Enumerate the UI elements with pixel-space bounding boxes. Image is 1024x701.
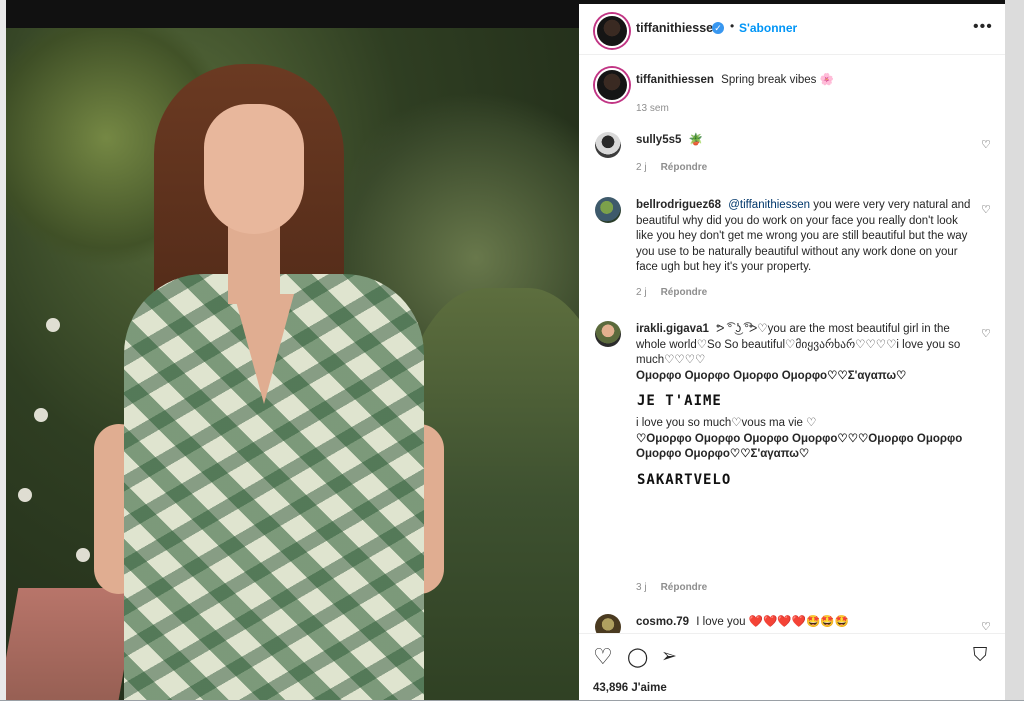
comment-meta: 3 j Répondre: [636, 582, 707, 593]
comment-bubble-icon[interactable]: ◯: [627, 646, 648, 669]
comment-username[interactable]: cosmo.79: [636, 616, 689, 628]
commenter-avatar[interactable]: [595, 321, 621, 347]
comment-body: irakli.gigava1 ᕗ ͡° ͜ʖ ͡°ᕗ♡you are the m…: [636, 322, 971, 491]
white-flower: [76, 548, 90, 562]
like-count[interactable]: 43,896 J'aime: [593, 682, 667, 694]
caption-text: Spring break vibes 🌸: [721, 74, 834, 86]
comment-body: cosmo.79 I love you ❤️❤️❤️❤️🤩🤩🤩: [636, 615, 971, 631]
comment-like-icon[interactable]: ♡: [981, 620, 991, 633]
comment-body: sully5s5 🪴: [636, 133, 971, 149]
reply-button[interactable]: Répondre: [661, 287, 708, 298]
dress-neckline: [234, 294, 294, 404]
caption-author-avatar[interactable]: [595, 68, 629, 102]
save-bookmark-icon[interactable]: ⛉: [973, 645, 987, 667]
white-flower: [46, 318, 60, 332]
white-flower: [34, 408, 48, 422]
comment-bold-text: ♡Ομορφο Ομορφο Ομορφο Ομορφο♡♡♡Ομορφο Ομ…: [636, 432, 963, 461]
author-username[interactable]: tiffanithiessen: [636, 21, 721, 35]
face: [204, 104, 304, 234]
verified-badge-icon: ✓: [712, 22, 724, 34]
caption-body: tiffanithiessen Spring break vibes 🌸: [636, 73, 971, 89]
window-right-edge: [1005, 0, 1024, 700]
post-actions-bar: ♡ ◯ ➢ ⛉ 43,896 J'aime: [579, 633, 1005, 701]
comment-text: 🪴: [688, 134, 703, 146]
author-avatar[interactable]: [595, 14, 629, 48]
white-flower: [18, 488, 32, 502]
neck: [228, 224, 280, 304]
ascii-art-block: SAKARTVELO: [636, 468, 733, 491]
post-side-panel: tiffanithiessen ✓ • S'abonner ••• tiffan…: [579, 4, 1005, 700]
reply-button[interactable]: Répondre: [661, 162, 708, 173]
caption-age: 13 sem: [636, 103, 669, 114]
comment-bold-text: Ομορφο Ομορφο Ομορφο Ομορφο♡♡Σ'αγαπω♡: [636, 369, 907, 382]
post-photo[interactable]: [6, 28, 579, 700]
share-paper-plane-icon[interactable]: ➢: [661, 645, 677, 668]
comment-like-icon[interactable]: ♡: [981, 327, 991, 340]
like-heart-icon[interactable]: ♡: [593, 644, 613, 670]
comment-text: I love you ❤️❤️❤️❤️🤩🤩🤩: [696, 616, 849, 628]
comment-username[interactable]: irakli.gigava1: [636, 323, 709, 335]
ascii-art-block: JE T'AIME: [636, 390, 723, 412]
separator-dot: •: [730, 19, 735, 33]
comment-like-icon[interactable]: ♡: [981, 203, 991, 216]
comment-meta: 2 j Répondre: [636, 287, 707, 298]
comments-list[interactable]: tiffanithiessen Spring break vibes 🌸 13 …: [579, 55, 1005, 633]
comment-username[interactable]: sully5s5: [636, 134, 681, 146]
commenter-avatar[interactable]: [595, 132, 621, 158]
comment-meta: 2 j Répondre: [636, 162, 707, 173]
comment-like-icon[interactable]: ♡: [981, 138, 991, 151]
more-options-icon[interactable]: •••: [973, 18, 993, 36]
commenter-avatar[interactable]: [595, 614, 621, 633]
comment-age: 2 j: [636, 287, 647, 298]
woman-figure: [94, 64, 474, 700]
comment-body: bellrodriguez68 @tiffanithiessen you wer…: [636, 198, 971, 276]
comment-text: i love you so much♡vous ma vie ♡: [636, 417, 817, 429]
comment-age: 3 j: [636, 582, 647, 593]
comment-mention[interactable]: @tiffanithiessen: [728, 199, 810, 211]
reply-button[interactable]: Répondre: [661, 582, 708, 593]
follow-button[interactable]: S'abonner: [739, 21, 797, 35]
comment-username[interactable]: bellrodriguez68: [636, 199, 721, 211]
post-header: tiffanithiessen ✓ • S'abonner •••: [579, 4, 1005, 55]
caption-username[interactable]: tiffanithiessen: [636, 74, 714, 86]
comment-age: 2 j: [636, 162, 647, 173]
commenter-avatar[interactable]: [595, 197, 621, 223]
